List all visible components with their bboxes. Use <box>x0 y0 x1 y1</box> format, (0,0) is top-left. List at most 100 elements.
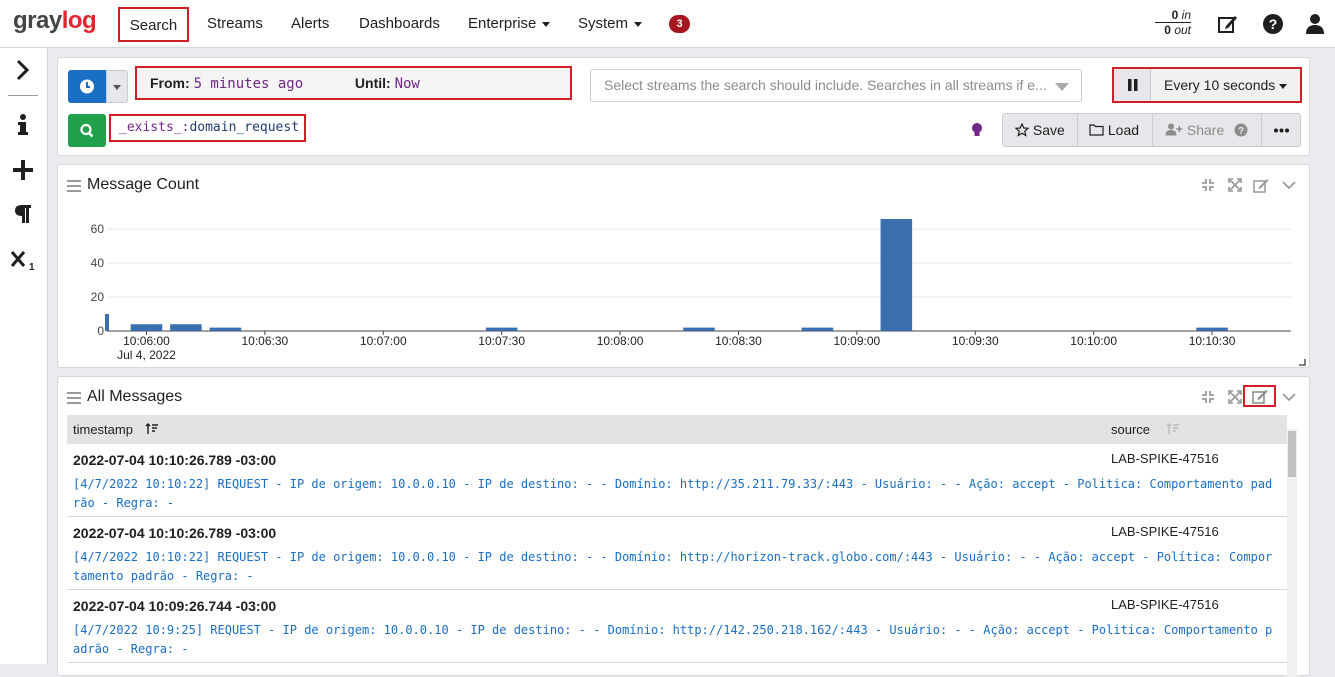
load-label: Load <box>1107 122 1140 138</box>
edit-widget-button[interactable] <box>1243 385 1276 407</box>
messages-table-body: 2022-07-04 10:10:26.789 -03:00 LAB-SPIKE… <box>67 444 1287 663</box>
chevron-down-icon[interactable] <box>1281 389 1297 405</box>
y-tick-label: 20 <box>91 290 105 304</box>
chart-bar <box>170 324 202 331</box>
dropdown-arrow-icon <box>1055 83 1069 91</box>
column-timestamp-label: timestamp <box>73 422 133 437</box>
from-value: 5 minutes ago <box>193 76 304 92</box>
refresh-interval-dropdown[interactable]: Every 10 seconds <box>1164 69 1288 101</box>
nav-enterprise-label: Enterprise <box>468 15 537 32</box>
refresh-interval-label: Every 10 seconds <box>1164 77 1276 93</box>
time-range-display[interactable]: From: 5 minutes ago Until: Now <box>135 66 572 100</box>
x-tick-label: 10:08:00 <box>597 334 644 348</box>
chart-bar <box>130 324 163 331</box>
x-tick-label: 10:08:30 <box>715 334 762 348</box>
left-sidebar: 1 <box>0 48 48 664</box>
throughput-indicator[interactable]: 0 in 0 out <box>1155 8 1191 37</box>
messages-scrollbar-thumb[interactable] <box>1288 431 1296 477</box>
messages-table-header: timestamp source <box>67 415 1287 444</box>
chart-bar <box>485 327 518 331</box>
from-label: From: <box>150 75 190 91</box>
parameters-icon[interactable]: 1 <box>10 247 36 273</box>
y-tick-label: 60 <box>91 222 105 236</box>
x-tick-label: 10:06:30 <box>242 334 289 348</box>
edit-icon[interactable] <box>1253 177 1269 193</box>
more-actions-button[interactable] <box>1262 114 1301 146</box>
nav-alerts[interactable]: Alerts <box>291 0 329 48</box>
x-tick-label: 10:09:30 <box>952 334 999 348</box>
nav-system[interactable]: System <box>578 0 643 48</box>
compress-icon[interactable] <box>1200 389 1216 405</box>
add-widget-icon[interactable] <box>10 157 36 183</box>
streams-select[interactable]: Select streams the search should include… <box>590 69 1082 102</box>
chart-bar <box>683 327 715 331</box>
nav-dashboards[interactable]: Dashboards <box>359 0 440 48</box>
chart-bar <box>105 314 109 331</box>
x-tick-label: 10:10:30 <box>1189 334 1236 348</box>
nav-enterprise[interactable]: Enterprise <box>468 0 551 48</box>
load-search-button[interactable]: Load <box>1078 114 1153 146</box>
nav-streams[interactable]: Streams <box>207 0 263 48</box>
lightbulb-icon[interactable] <box>970 122 984 138</box>
share-search-button[interactable]: Share ? <box>1153 114 1262 146</box>
caret-down-icon <box>1279 83 1288 89</box>
logo-text-log: log <box>61 7 97 34</box>
graylog-logo[interactable]: graylog <box>13 7 97 35</box>
question-circle-icon: ? <box>1234 123 1248 137</box>
auto-refresh-control: Every 10 seconds <box>1112 67 1302 103</box>
info-icon[interactable] <box>10 112 36 138</box>
paragraph-icon[interactable] <box>10 201 36 227</box>
table-row[interactable]: 2022-07-04 10:10:26.789 -03:00 LAB-SPIKE… <box>67 444 1287 517</box>
search-query-input[interactable]: _exists_:domain_request <box>109 114 306 142</box>
time-range-type-button[interactable] <box>68 70 106 103</box>
time-range-dropdown-toggle[interactable] <box>106 70 128 103</box>
throughput-out-label: out <box>1174 23 1191 37</box>
svg-text:?: ? <box>1269 16 1278 32</box>
throughput-in-label: in <box>1181 8 1191 22</box>
message-count-chart[interactable]: 0 20 40 60 10:06:00 10:06:30 10:07:00 10:07:30 1… <box>58 205 1309 365</box>
sort-desc-icon[interactable] <box>145 423 159 435</box>
row-timestamp: 2022-07-04 10:10:26.789 -03:00 <box>73 525 277 541</box>
expand-icon[interactable] <box>1227 177 1243 193</box>
query-value-token: domain_request <box>189 120 300 135</box>
chart-bar <box>880 219 913 331</box>
caret-down-icon <box>113 85 121 90</box>
sidebar-divider <box>8 95 38 96</box>
search-icon <box>80 123 94 138</box>
clock-icon <box>80 79 94 94</box>
nav-search[interactable]: Search <box>118 7 189 42</box>
y-tick-label: 40 <box>91 256 105 270</box>
help-icon[interactable]: ? <box>1262 13 1284 35</box>
column-source[interactable]: source <box>1111 415 1180 444</box>
row-source: LAB-SPIKE-47516 <box>1111 597 1219 612</box>
sort-icon[interactable] <box>1166 423 1180 435</box>
svg-text:1: 1 <box>29 262 35 273</box>
edit-icon <box>1252 390 1268 404</box>
column-timestamp[interactable]: timestamp <box>73 415 159 444</box>
compress-icon[interactable] <box>1200 177 1216 193</box>
run-search-button[interactable] <box>68 114 106 147</box>
resize-handle-icon[interactable] <box>1299 359 1306 366</box>
caret-down-icon <box>634 21 643 27</box>
notifications-badge[interactable]: 3 <box>669 15 690 33</box>
message-count-widget: Message Count 0 20 40 60 10:06:00 10:06:30 10:… <box>57 164 1310 368</box>
expand-icon[interactable] <box>1227 389 1243 405</box>
user-icon[interactable] <box>1304 13 1326 35</box>
row-timestamp: 2022-07-04 10:09:26.744 -03:00 <box>73 598 277 614</box>
throughput-out-value: 0 <box>1164 23 1171 37</box>
drag-handle-icon[interactable] <box>67 180 81 192</box>
search-actions-group: Save Load Share ? <box>1002 113 1301 147</box>
save-search-button[interactable]: Save <box>1003 114 1078 146</box>
top-navbar: graylog Search Streams Alerts Dashboards… <box>0 0 1335 48</box>
table-row[interactable]: 2022-07-04 10:10:26.789 -03:00 LAB-SPIKE… <box>67 517 1287 590</box>
expand-sidebar-icon[interactable] <box>10 57 36 83</box>
star-icon <box>1014 122 1030 137</box>
table-row[interactable]: 2022-07-04 10:09:26.744 -03:00 LAB-SPIKE… <box>67 590 1287 663</box>
drag-handle-icon[interactable] <box>67 392 81 404</box>
chevron-down-icon[interactable] <box>1281 177 1297 193</box>
edit-scratchpad-icon[interactable] <box>1217 13 1239 35</box>
column-source-label: source <box>1111 422 1151 437</box>
pause-refresh-button[interactable] <box>1114 69 1151 101</box>
row-source: LAB-SPIKE-47516 <box>1111 451 1219 466</box>
user-plus-icon <box>1165 123 1183 136</box>
